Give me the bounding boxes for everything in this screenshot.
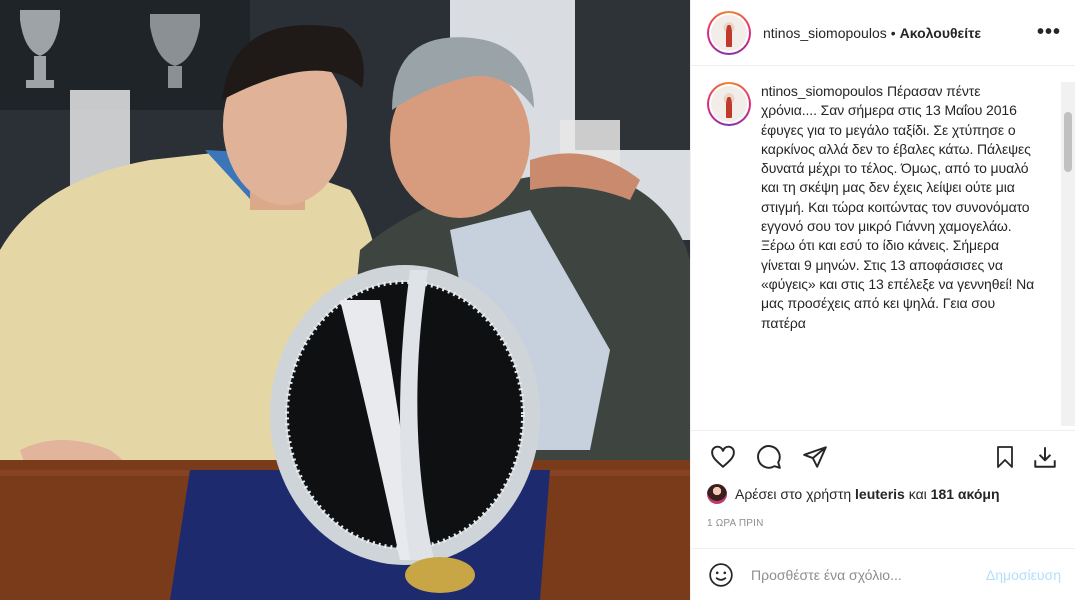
comment-bar: Δημοσίευση — [691, 548, 1075, 600]
author-username[interactable]: ntinos_siomopoulos — [763, 25, 887, 41]
heart-icon[interactable] — [707, 441, 739, 473]
post-comment-button[interactable]: Δημοσίευση — [986, 567, 1061, 583]
caption-scroll-area[interactable]: ntinos_siomopoulos Πέρασαν πέντε χρόνια..… — [691, 82, 1075, 426]
post-header: ntinos_siomopoulos • Ακολουθείτε ••• — [691, 0, 1075, 66]
scrollbar-thumb[interactable] — [1064, 112, 1072, 172]
likes-count[interactable]: 181 ακόμη — [931, 486, 1000, 502]
caption-body: Πέρασαν πέντε χρόνια.... Σαν σήμερα στις… — [761, 83, 1035, 331]
caption-username[interactable]: ntinos_siomopoulos — [761, 83, 883, 99]
download-icon[interactable] — [1029, 441, 1061, 473]
photo-illustration — [0, 0, 690, 600]
separator-dot: • — [890, 24, 896, 41]
likes-middle: και — [908, 486, 927, 502]
likes-summary: Αρέσει στο χρήστη leuteris και 181 ακόμη — [707, 484, 1061, 504]
comment-input[interactable] — [751, 566, 986, 583]
header-text: ntinos_siomopoulos • Ακολουθείτε — [763, 25, 1029, 41]
comment-icon[interactable] — [753, 441, 785, 473]
share-icon[interactable] — [799, 441, 831, 473]
likes-prefix: Αρέσει στο χρήστη — [735, 486, 852, 502]
more-options-icon[interactable]: ••• — [1037, 21, 1061, 44]
following-button[interactable]: Ακολουθείτε — [900, 25, 981, 41]
action-bar — [691, 430, 1075, 482]
emoji-icon[interactable] — [707, 561, 735, 589]
post-panel: ntinos_siomopoulos • Ακολουθείτε ••• nti… — [690, 0, 1075, 600]
author-avatar[interactable] — [707, 10, 751, 55]
caption: ntinos_siomopoulos Πέρασαν πέντε χρόνια..… — [691, 82, 1075, 333]
post-timestamp[interactable]: 1 ΩΡΑ ΠΡΙΝ — [707, 518, 764, 529]
liker-username[interactable]: leuteris — [855, 486, 905, 502]
post-photo[interactable] — [0, 0, 690, 600]
liker-avatar[interactable] — [707, 484, 727, 504]
caption-author-avatar[interactable] — [707, 82, 751, 126]
caption-scrollbar[interactable] — [1061, 82, 1075, 426]
bookmark-icon[interactable] — [989, 441, 1021, 473]
caption-text: ntinos_siomopoulos Πέρασαν πέντε χρόνια..… — [761, 82, 1035, 333]
